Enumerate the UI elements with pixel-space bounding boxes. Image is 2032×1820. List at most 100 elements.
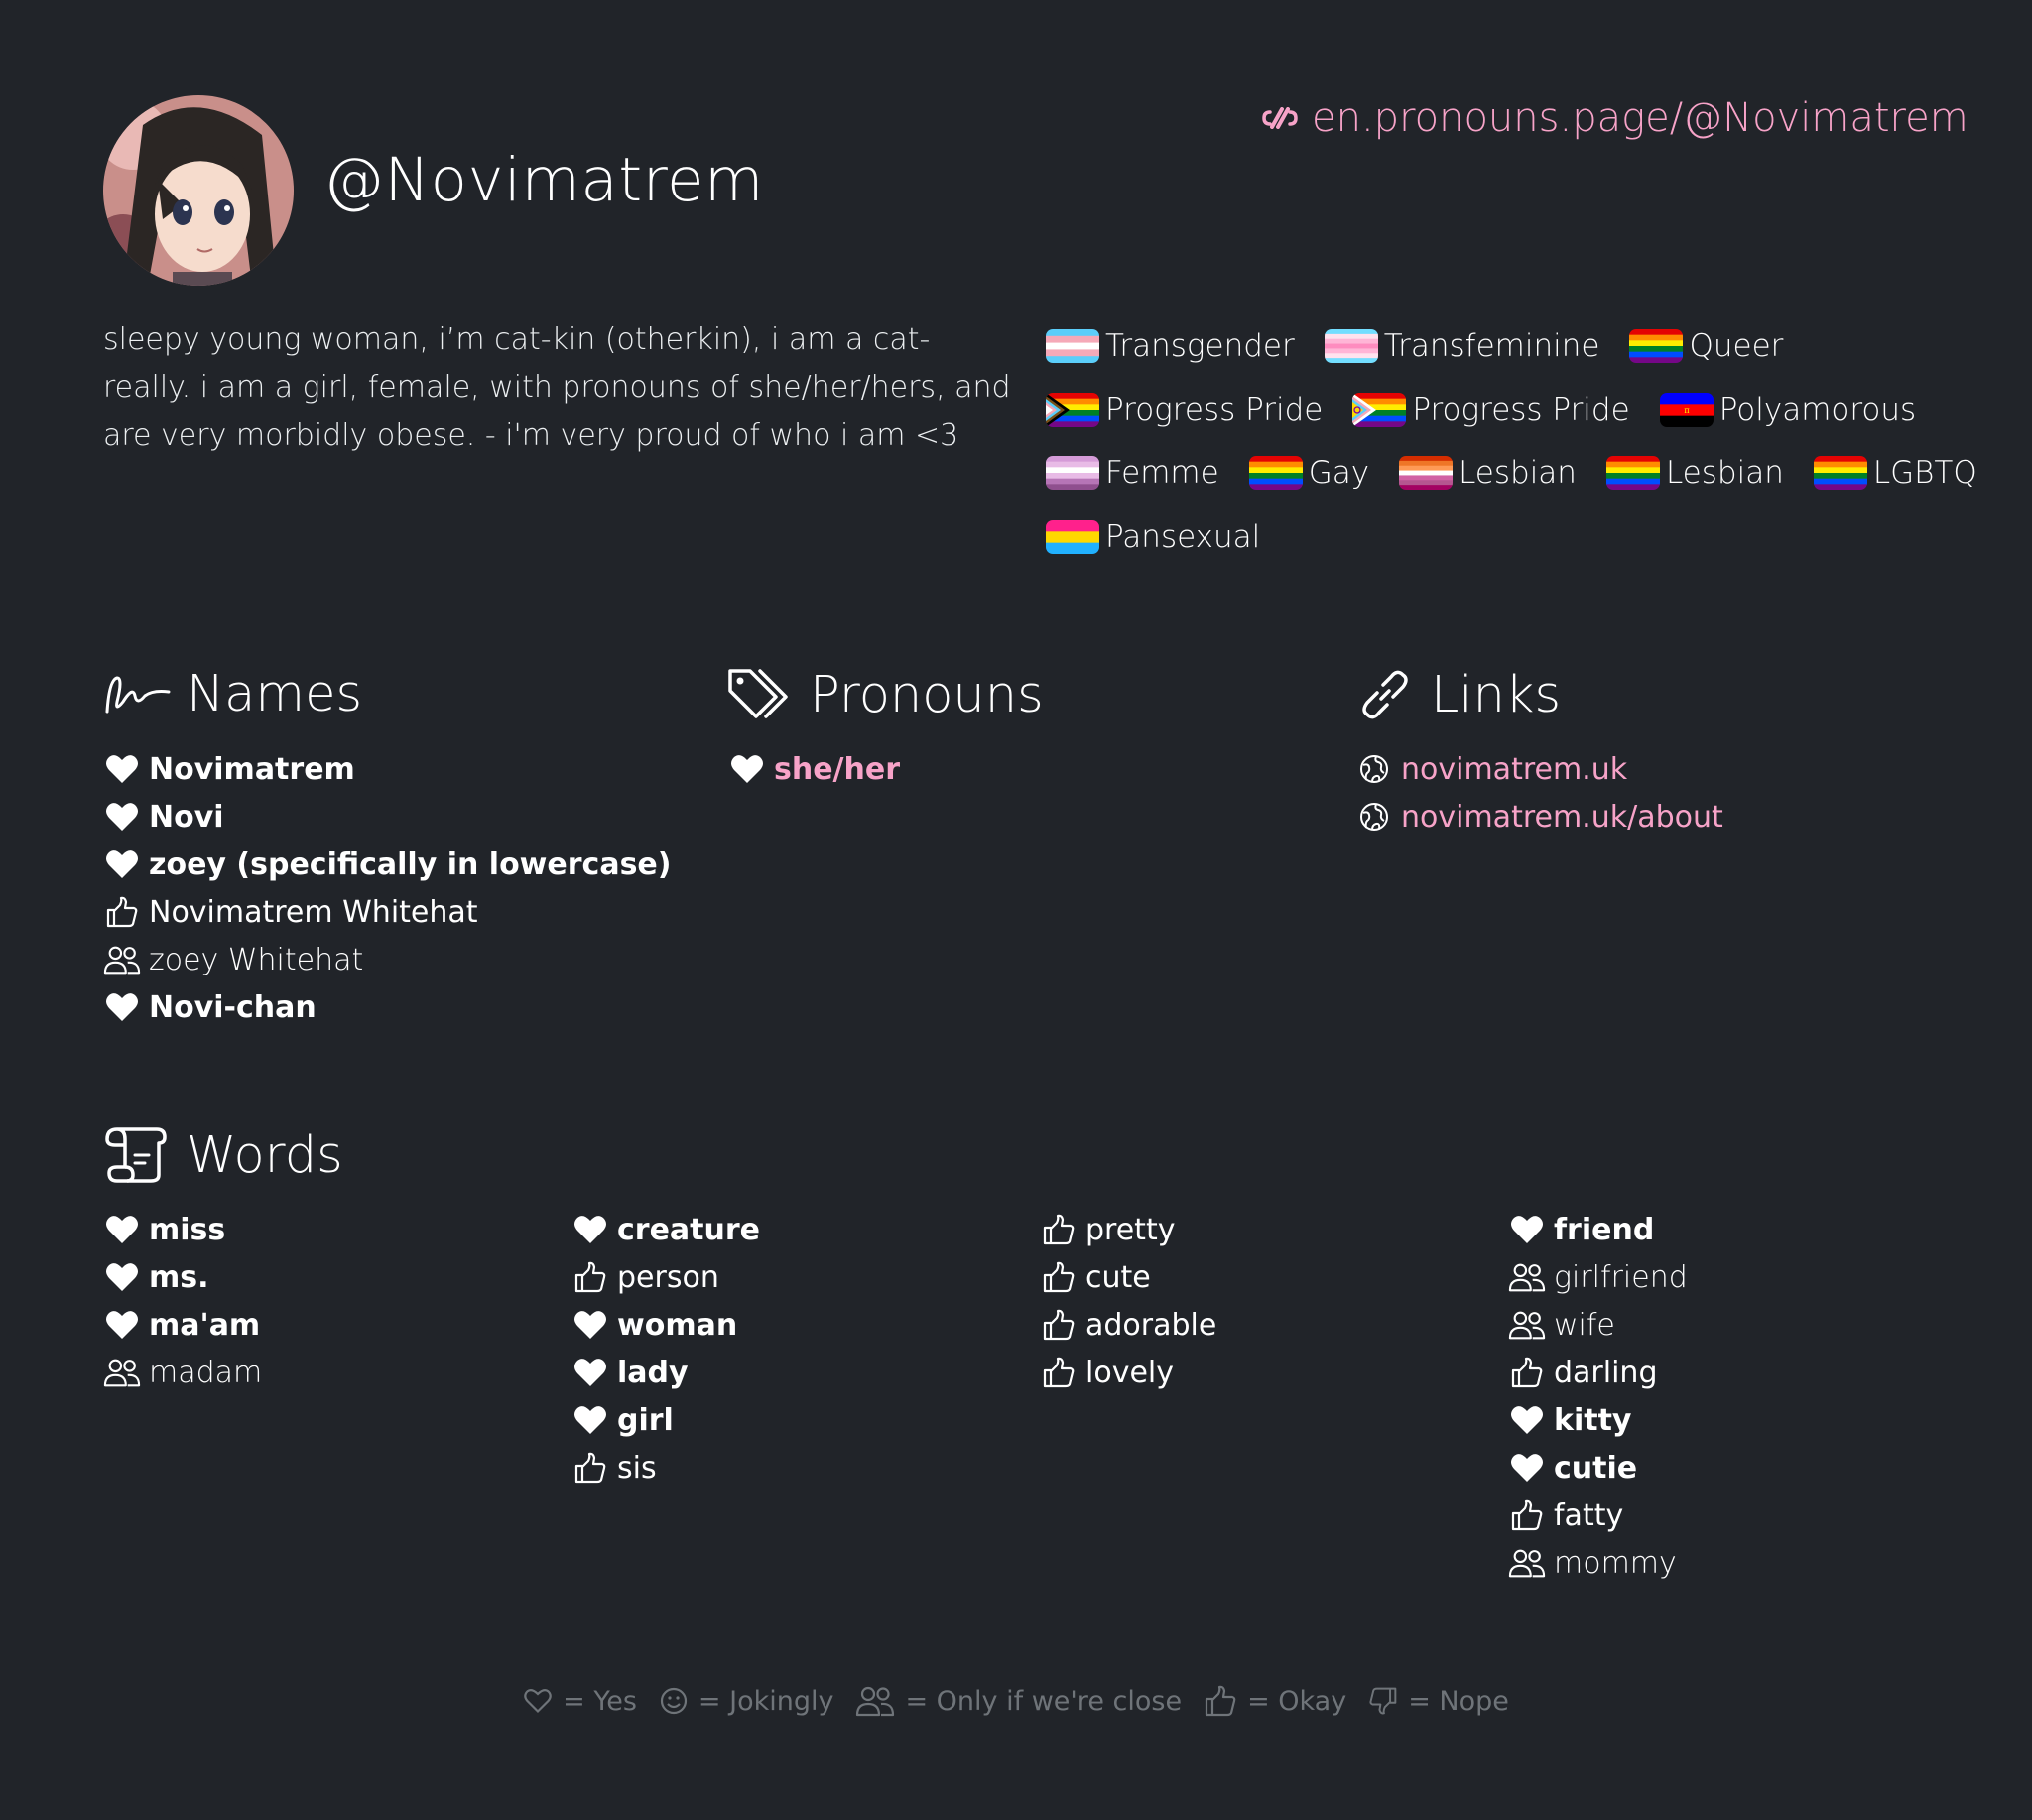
- word-item: lady: [572, 1349, 760, 1396]
- word-item: woman: [572, 1301, 760, 1349]
- legend-item: = Jokingly: [659, 1684, 833, 1718]
- name-item: zoey Whitehat: [103, 936, 671, 983]
- legend-text: = Nope: [1408, 1685, 1509, 1717]
- legend-item: = Okay: [1204, 1684, 1346, 1718]
- word-item: creature: [572, 1206, 760, 1253]
- flag-item[interactable]: π Polyamorous: [1659, 391, 1916, 428]
- word-item-text: lovely: [1085, 1355, 1174, 1390]
- name-item-text: Novimatrem Whitehat: [149, 894, 478, 930]
- link-item[interactable]: novimatrem.uk/about: [1355, 793, 1723, 841]
- thumbs-up-icon: [1508, 1354, 1546, 1391]
- avatar[interactable]: [103, 95, 294, 286]
- names-title: Names: [187, 665, 363, 723]
- flag-item[interactable]: LGBTQ: [1813, 455, 1977, 491]
- name-item-text: zoey Whitehat: [149, 942, 364, 977]
- word-item-text: cutie: [1554, 1450, 1638, 1486]
- names-section-title: Names: [103, 665, 362, 723]
- word-item-text: ms.: [149, 1259, 209, 1295]
- heart-icon: [103, 845, 141, 883]
- link-item[interactable]: novimatrem.uk: [1355, 745, 1723, 793]
- word-item-text: fatty: [1554, 1497, 1624, 1533]
- word-item-text: girl: [617, 1402, 674, 1438]
- word-item: ma'am: [103, 1301, 262, 1349]
- word-item-text: madam: [149, 1355, 263, 1390]
- flag-label: Lesbian: [1665, 455, 1784, 491]
- word-item: pretty: [1040, 1206, 1216, 1253]
- rainbow-flag: [1629, 328, 1684, 363]
- flag-item[interactable]: Femme: [1046, 455, 1219, 491]
- signature-icon: [103, 672, 171, 717]
- word-item: ms.: [103, 1253, 262, 1301]
- lesbian-flag: [1399, 455, 1454, 490]
- flag-item[interactable]: Lesbian: [1399, 455, 1577, 491]
- flag-label: Transgender: [1105, 327, 1295, 364]
- word-item: kitty: [1508, 1396, 1688, 1444]
- flag-item[interactable]: Transfeminine: [1324, 327, 1599, 364]
- thumbs-up-icon: [103, 893, 141, 931]
- flag-label: Lesbian: [1459, 455, 1577, 491]
- flag-label: LGBTQ: [1872, 455, 1977, 491]
- flag-label: Femme: [1105, 455, 1219, 491]
- scroll-icon: [103, 1125, 171, 1185]
- links-section-title: Links: [1355, 665, 1561, 724]
- word-item: darling: [1508, 1349, 1688, 1396]
- word-item-text: pretty: [1085, 1212, 1176, 1247]
- flag-item[interactable]: Lesbian: [1605, 455, 1784, 491]
- heart-icon: [728, 750, 766, 788]
- links-title: Links: [1431, 665, 1562, 724]
- users-icon: [1508, 1544, 1546, 1582]
- link-item-text[interactable]: novimatrem.uk: [1401, 752, 1627, 787]
- name-item: zoey (specifically in lowercase): [103, 841, 671, 888]
- word-item: madam: [103, 1349, 262, 1396]
- flag-item[interactable]: Queer: [1629, 327, 1783, 364]
- users-icon: [103, 941, 141, 978]
- words-title: Words: [187, 1125, 343, 1185]
- legend-text: = Yes: [563, 1685, 637, 1717]
- heart-icon: [103, 988, 141, 1026]
- smiley-icon: [659, 1686, 689, 1716]
- users-icon: [1508, 1306, 1546, 1344]
- thumbs-up-icon: [1204, 1684, 1237, 1718]
- legend-item: = Only if we're close: [855, 1684, 1182, 1718]
- flag-item[interactable]: Progress Pride: [1046, 391, 1323, 428]
- flag-item[interactable]: Transgender: [1046, 327, 1295, 364]
- name-item-text: Novi: [149, 799, 224, 835]
- word-item-text: lady: [617, 1355, 689, 1390]
- profile-link[interactable]: en.pronouns.page/@Novimatrem: [1262, 95, 1968, 141]
- thumbs-up-icon: [572, 1449, 609, 1487]
- heart-icon: [572, 1306, 609, 1344]
- thumbs-up-icon: [1508, 1496, 1546, 1534]
- globe-icon: [1355, 798, 1393, 836]
- name-item-text: Novi-chan: [149, 989, 317, 1025]
- link-item-text[interactable]: novimatrem.uk/about: [1401, 800, 1723, 835]
- word-item-text: girlfriend: [1554, 1259, 1688, 1295]
- word-item: cute: [1040, 1253, 1216, 1301]
- heart-outline-icon: [523, 1687, 553, 1715]
- globe-icon: [1355, 750, 1393, 788]
- heart-icon: [103, 1306, 141, 1344]
- heart-icon: [1508, 1211, 1546, 1248]
- rainbow-flag: [1605, 455, 1660, 490]
- transfeminine-flag: [1324, 328, 1378, 363]
- flag-item[interactable]: Progress Pride: [1352, 391, 1630, 428]
- word-item: cutie: [1508, 1444, 1688, 1492]
- flag-item[interactable]: Gay: [1248, 455, 1369, 491]
- heart-icon: [1508, 1449, 1546, 1487]
- name-item: Novi-chan: [103, 983, 671, 1031]
- legend-text: = Okay: [1247, 1685, 1347, 1717]
- heart-icon: [103, 798, 141, 836]
- heart-icon: [572, 1401, 609, 1439]
- word-item-text: cute: [1085, 1259, 1151, 1295]
- word-item-text: ma'am: [149, 1307, 261, 1343]
- bio: sleepy young woman, i’m cat-kin (otherki…: [103, 323, 1011, 453]
- word-item: girlfriend: [1508, 1253, 1688, 1301]
- legend-text: = Only if we're close: [905, 1685, 1183, 1717]
- flag-label: Pansexual: [1105, 518, 1261, 555]
- words-column-4: friend girlfriend wife darling kitty cutie fat…: [1508, 1206, 1688, 1587]
- pronoun-item[interactable]: she/her: [728, 745, 900, 793]
- intersex-progress-pride-flag: [1352, 392, 1407, 427]
- flag-label: Progress Pride: [1105, 391, 1324, 428]
- flag-item[interactable]: Pansexual: [1046, 518, 1260, 555]
- pronoun-item-text[interactable]: she/her: [774, 752, 900, 787]
- heart-icon: [103, 750, 141, 788]
